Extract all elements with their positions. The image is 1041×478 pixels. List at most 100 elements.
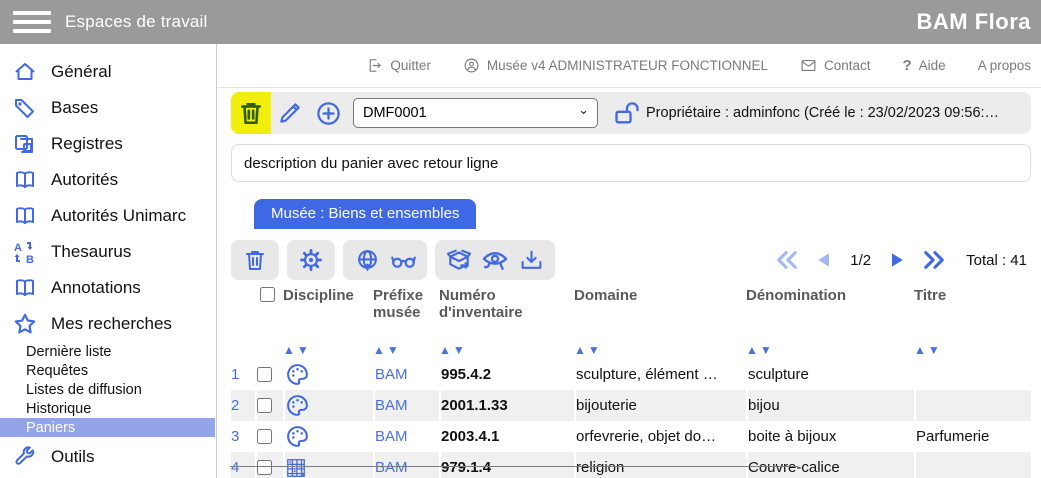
globe-upload-icon [355, 248, 380, 273]
open-book-icon [12, 167, 38, 193]
sidebar-subitem-listes-de-diffusion[interactable]: Listes de diffusion [0, 380, 216, 399]
last-page-button[interactable] [923, 248, 945, 272]
table-row[interactable]: 3 BAM 2003.4.1 orfevrerie, objet do… boi… [231, 421, 1031, 452]
row-divider-line [230, 466, 798, 467]
basket-select-wrap: DMF0001 ⌄ [353, 98, 598, 128]
wrench-icon [12, 444, 38, 470]
page-indicator: 1/2 [850, 252, 871, 269]
row-checkbox[interactable] [257, 429, 272, 444]
sidebar-item-annotations[interactable]: Annotations [0, 270, 216, 306]
workspace-title: Espaces de travail [65, 12, 208, 32]
contact-button[interactable]: Contact [800, 57, 871, 74]
previous-page-button[interactable] [813, 248, 835, 272]
translate-icon: A B [12, 239, 38, 265]
textile-icon [283, 452, 373, 478]
preview-button[interactable] [385, 240, 421, 280]
export-box-button[interactable] [441, 240, 477, 280]
next-page-button[interactable] [886, 248, 908, 272]
sidebar-item-bases[interactable]: Bases [0, 90, 216, 126]
edit-basket-button[interactable] [271, 92, 309, 134]
basket-select[interactable]: DMF0001 [353, 98, 598, 128]
svg-text:B: B [26, 254, 34, 264]
quitter-button[interactable]: Quitter [366, 57, 431, 74]
open-book-icon [12, 203, 38, 229]
trash-icon [243, 247, 267, 273]
lock-open-icon [613, 99, 641, 127]
table-row[interactable]: 1 BAM 995.4.2 sculpture, élément … sculp… [231, 359, 1031, 390]
tab-musee-biens-et-ensembles[interactable]: Musée : Biens et ensembles [254, 199, 476, 229]
row-checkbox[interactable] [257, 398, 272, 413]
delete-basket-button[interactable] [231, 92, 271, 134]
sidebar-subitem-derniere-liste[interactable]: Dernière liste [0, 342, 216, 361]
table-row[interactable]: 4 BAM 979.1.4 religion Couvre-calice [231, 452, 1031, 478]
total-count: Total : 41 [966, 252, 1027, 269]
double-chevron-right-icon [923, 249, 945, 271]
sidebar-item-mes-recherches[interactable]: Mes recherches [0, 306, 216, 342]
mes-recherches-sublist: Dernière liste Requêtes Listes de diffus… [0, 342, 216, 437]
download-icon [519, 248, 544, 273]
top-bar: Espaces de travail BAM Flora [0, 0, 1041, 44]
trash-icon [238, 99, 264, 127]
sort-discipline[interactable]: ▲▼ [283, 343, 369, 357]
select-all-checkbox[interactable] [260, 287, 275, 302]
pencil-icon [277, 100, 303, 126]
current-user[interactable]: Musée v4 ADMINISTRATEUR FONCTIONNEL [463, 57, 768, 74]
star-icon [12, 311, 38, 337]
copies-icon [12, 131, 38, 157]
sidebar-item-autorites[interactable]: Autorités [0, 162, 216, 198]
sort-domaine[interactable]: ▲▼ [574, 343, 742, 357]
sidebar: Général Bases Registres Autorités Autori… [0, 44, 217, 478]
help-icon: ? [903, 57, 912, 74]
sidebar-subitem-paniers[interactable]: Paniers [0, 418, 215, 437]
menu-bar: Quitter Musée v4 ADMINISTRATEUR FONCTION… [217, 44, 1041, 88]
sidebar-subitem-requetes[interactable]: Requêtes [0, 361, 216, 380]
hamburger-menu-icon[interactable] [13, 6, 51, 38]
sort-denomination[interactable]: ▲▼ [746, 343, 910, 357]
publish-web-button[interactable] [349, 240, 385, 280]
apropos-button[interactable]: A propos [978, 58, 1031, 73]
triangle-right-icon [887, 249, 907, 271]
triangle-left-icon [814, 249, 834, 271]
pagination: 1/2 Total : 41 [776, 248, 1031, 272]
sidebar-item-registres[interactable]: Registres [0, 126, 216, 162]
palette-icon [283, 390, 373, 421]
basket-owner-text: Propriétaire : adminfonc (Créé le : 23/0… [646, 105, 1009, 121]
table-header: Discipline▲▼ Préfixe musée▲▼ Numéro d'in… [231, 285, 1031, 359]
sidebar-item-thesaurus[interactable]: A B Thesaurus [0, 234, 216, 270]
palette-icon [283, 359, 373, 390]
sidebar-item-general[interactable]: Général [0, 54, 216, 90]
delete-selection-button[interactable] [237, 240, 273, 280]
settings-button[interactable] [293, 240, 329, 280]
eye-of-horus-icon [481, 246, 509, 274]
basket-toolbar: DMF0001 ⌄ Propriétaire : adminfonc (Créé… [231, 92, 1031, 134]
sidebar-item-autorites-unimarc[interactable]: Autorités Unimarc [0, 198, 216, 234]
user-icon [463, 57, 480, 74]
sidebar-subitem-historique[interactable]: Historique [0, 399, 216, 418]
plus-circle-icon [315, 100, 342, 127]
exit-icon [366, 57, 383, 74]
palette-icon [283, 421, 373, 452]
list-toolbar: 1/2 Total : 41 [231, 239, 1031, 281]
download-button[interactable] [513, 240, 549, 280]
double-chevron-left-icon [776, 249, 798, 271]
basket-description-field[interactable]: description du panier avec retour ligne [231, 144, 1031, 182]
sort-numero[interactable]: ▲▼ [439, 343, 570, 357]
row-checkbox[interactable] [257, 460, 272, 475]
unlock-basket-button[interactable] [608, 92, 646, 134]
table-row[interactable]: 2 BAM 2001.1.33 bijouterie bijou [231, 390, 1031, 421]
horus-view-button[interactable] [477, 240, 513, 280]
svg-text:A: A [14, 242, 22, 254]
tag-icon [12, 95, 38, 121]
sort-titre[interactable]: ▲▼ [914, 343, 1027, 357]
sidebar-item-outils[interactable]: Outils [0, 439, 216, 475]
home-icon [12, 59, 38, 85]
open-box-icon [446, 247, 472, 273]
sort-prefixe[interactable]: ▲▼ [373, 343, 435, 357]
row-checkbox[interactable] [257, 367, 272, 382]
first-page-button[interactable] [776, 248, 798, 272]
aide-button[interactable]: ? Aide [903, 57, 946, 74]
gear-icon [298, 247, 324, 273]
open-book-icon [12, 275, 38, 301]
add-basket-button[interactable] [309, 92, 347, 134]
app-brand: BAM Flora [917, 9, 1032, 35]
